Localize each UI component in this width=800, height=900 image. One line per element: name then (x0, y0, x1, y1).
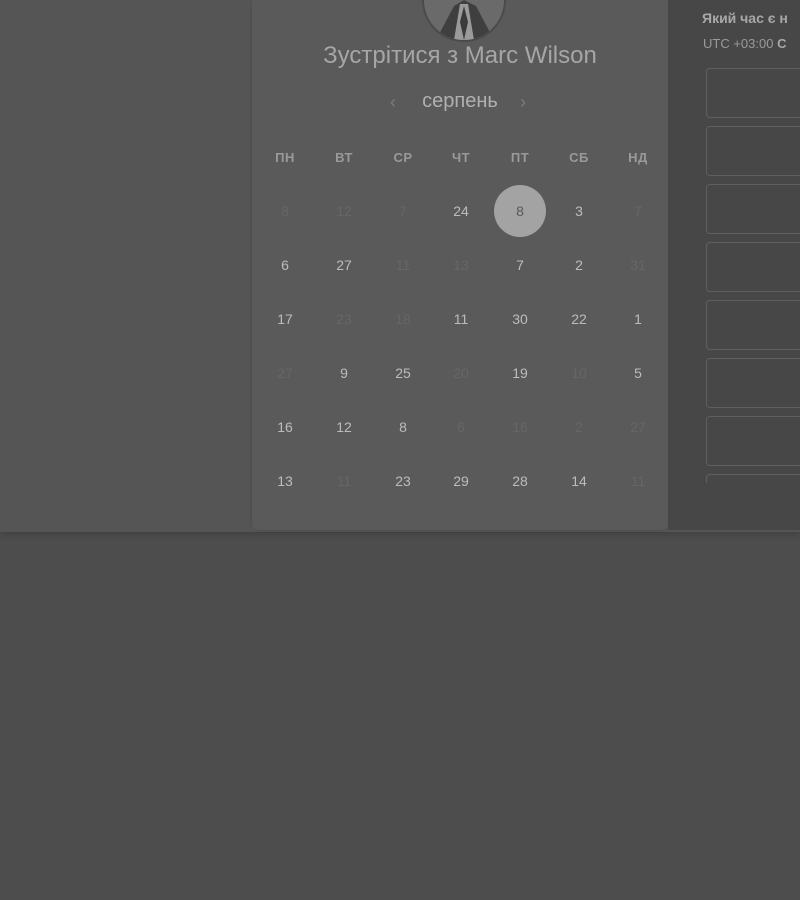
time-slot-panel: Який час є н UTC +03:00 С (668, 0, 800, 530)
calendar-day[interactable]: 9 (318, 347, 370, 399)
time-slot-button[interactable] (706, 68, 800, 118)
calendar-day[interactable]: 12 (318, 401, 370, 453)
weekday-sat: СБ (569, 150, 589, 165)
weekday-fri: ПТ (510, 150, 530, 165)
calendar-day[interactable]: 27 (318, 239, 370, 291)
calendar-day: 31 (630, 257, 646, 273)
time-question: Який час є н (702, 10, 788, 26)
calendar-day[interactable]: 22 (553, 293, 605, 345)
calendar-day: 16 (512, 419, 528, 435)
calendar-day: 8 (281, 203, 289, 219)
calendar-day[interactable]: 6 (259, 239, 311, 291)
calendar-day: 27 (630, 419, 646, 435)
calendar-day-selected[interactable]: 8 (494, 185, 546, 237)
calendar-day: 11 (395, 257, 411, 273)
time-slot-button[interactable] (706, 300, 800, 350)
calendar-day[interactable]: 2 (553, 239, 605, 291)
calendar-day[interactable]: 3 (553, 185, 605, 237)
calendar-day[interactable]: 24 (435, 185, 487, 237)
weekday-thu: ЧТ (451, 150, 471, 165)
time-slot-button[interactable] (706, 184, 800, 234)
month-label: серпень (422, 90, 498, 112)
calendar-day: 27 (277, 365, 293, 381)
page-title: Зустрітися з Marc Wilson (323, 42, 597, 69)
calendar-day[interactable]: 5 (612, 347, 664, 399)
time-slot-button[interactable] (706, 416, 800, 466)
calendar-day[interactable]: 23 (377, 455, 429, 507)
weekday-wed: СР (393, 150, 413, 165)
calendar-day[interactable]: 19 (494, 347, 546, 399)
calendar-day[interactable]: 30 (494, 293, 546, 345)
calendar-day: 10 (571, 365, 587, 381)
calendar-day[interactable]: 16 (259, 401, 311, 453)
calendar-day[interactable]: 29 (435, 455, 487, 507)
timezone-label[interactable]: UTC +03:00 С (703, 36, 786, 51)
calendar-day[interactable]: 8 (377, 401, 429, 453)
calendar-day[interactable]: 14 (553, 455, 605, 507)
time-slot-button[interactable] (706, 242, 800, 292)
calendar-day: 6 (457, 419, 465, 435)
calendar-day: 18 (395, 311, 411, 327)
calendar-day[interactable]: 28 (494, 455, 546, 507)
calendar-day: 12 (336, 203, 352, 219)
calendar-day: 23 (336, 311, 352, 327)
calendar-day: 20 (453, 365, 469, 381)
weekday-mon: ПН (275, 150, 295, 165)
calendar-day[interactable]: 7 (494, 239, 546, 291)
time-slot-button[interactable] (706, 126, 800, 176)
month-navigation: ‹ серпень › (252, 90, 668, 120)
time-slot-button[interactable] (706, 474, 800, 483)
weekday-sun: НД (628, 150, 648, 165)
calendar-day: 7 (634, 203, 642, 219)
calendar-day: 13 (453, 257, 469, 273)
calendar-day: 11 (630, 473, 646, 489)
time-slot-button[interactable] (706, 358, 800, 408)
timezone-offset: UTC +03:00 (703, 36, 774, 51)
calendar-day[interactable]: 13 (259, 455, 311, 507)
chevron-right-icon[interactable]: › (520, 92, 526, 112)
calendar-day[interactable]: 11 (435, 293, 487, 345)
calendar-day[interactable]: 17 (259, 293, 311, 345)
weekday-header: ПН ВТ СР ЧТ ПТ СБ НД (255, 150, 667, 170)
calendar-day: 11 (336, 473, 352, 489)
calendar-day[interactable]: 25 (377, 347, 429, 399)
weekday-tue: ВТ (335, 150, 353, 165)
calendar-day[interactable]: 1 (612, 293, 664, 345)
calendar-day: 2 (575, 419, 583, 435)
timezone-name: С (777, 36, 787, 51)
calendar-day: 7 (399, 203, 407, 219)
